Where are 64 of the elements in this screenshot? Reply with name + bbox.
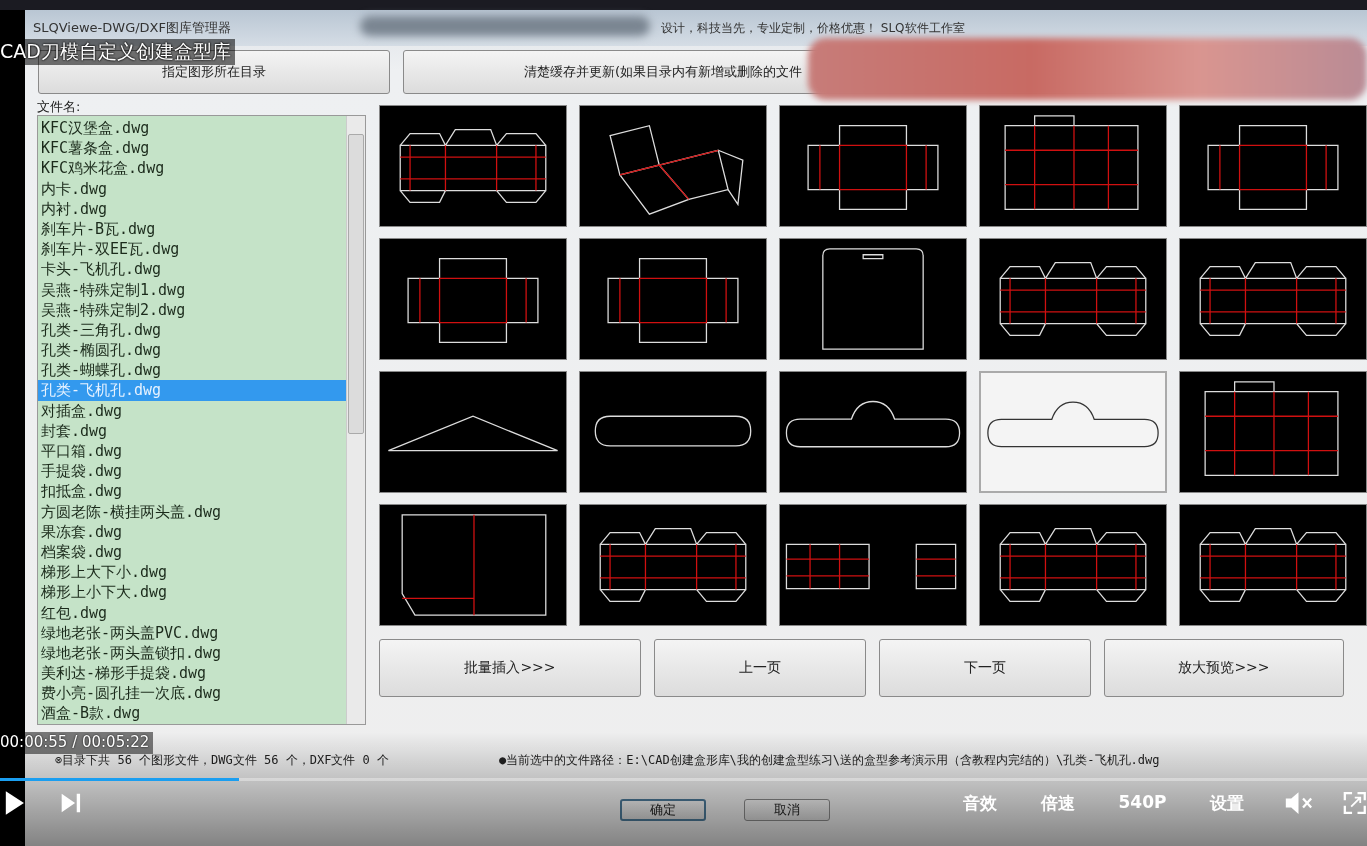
file-item[interactable]: 梯形上小下大.dwg (38, 582, 346, 603)
file-item[interactable]: 孔类-蝴蝶孔.dwg (38, 360, 346, 381)
thumbnail-tile[interactable] (379, 371, 567, 493)
scrollbar[interactable] (346, 116, 365, 724)
file-item[interactable]: 梯形上大下小.dwg (38, 562, 346, 583)
thumbnail-tile[interactable] (1179, 105, 1367, 227)
title-tagline: 设计，科技当先，专业定制，价格优惠！ SLQ软件工作室 (661, 19, 965, 37)
file-item[interactable]: 平口箱.dwg (38, 441, 346, 462)
thumbnail-tile[interactable] (779, 105, 967, 227)
file-item[interactable]: KFC汉堡盒.dwg (38, 118, 346, 139)
page-button[interactable]: 批量插入>>> (379, 639, 641, 697)
file-item[interactable]: 卡头-飞机孔.dwg (38, 259, 346, 280)
file-item[interactable]: 绿地老张-两头盖PVC.dwg (38, 622, 346, 643)
cancel-button[interactable]: 取消 (744, 799, 830, 821)
file-item[interactable]: 酒盒-B款.dwg (38, 703, 346, 724)
file-path-text: ●当前选中的文件路径：E:\CAD创建盒形库\我的创建盒型练习\送的盒型参考演示用（含教程内完结的）\孔类-飞机孔.dwg (499, 752, 1160, 769)
file-item[interactable]: 美利达-梯形手提袋.dwg (38, 663, 346, 684)
thumbnail-tile[interactable] (579, 238, 767, 360)
file-item[interactable]: 刹车片-双EE瓦.dwg (38, 239, 346, 260)
file-item[interactable]: 刹车片-B瓦.dwg (38, 218, 346, 240)
fullscreen-icon[interactable] (1343, 790, 1367, 816)
file-item[interactable]: 绿地老张-两头盖锁扣.dwg (38, 642, 346, 664)
file-item[interactable]: 手提袋.dwg (38, 461, 346, 482)
ok-button[interactable]: 确定 (620, 799, 706, 821)
file-item[interactable]: 内卡.dwg (38, 178, 346, 199)
file-item[interactable]: 封套.dwg (38, 420, 346, 441)
status-text: ⊗目录下共 56 个图形文件，DWG文件 56 个，DXF文件 0 个 (55, 752, 390, 769)
file-item[interactable]: 吴燕-特殊定制1.dwg (38, 279, 346, 300)
file-item[interactable]: 方圆老陈-横挂两头盖.dwg (38, 501, 346, 522)
file-item[interactable]: 孔类-椭圆孔.dwg (38, 340, 346, 361)
thumbnail-tile[interactable] (1179, 238, 1367, 360)
video-title: CAD刀模自定义创建盒型库 (0, 39, 235, 65)
file-item[interactable]: 内衬.dwg (38, 198, 346, 219)
thumbnail-tile[interactable] (379, 504, 567, 626)
thumbnail-tile[interactable] (579, 504, 767, 626)
file-item[interactable]: 吴燕-特殊定制2.dwg (38, 299, 346, 320)
thumbnail-tile[interactable] (779, 371, 967, 493)
file-item[interactable]: 费小亮-圆孔挂一次底.dwg (38, 683, 346, 704)
thumbnail-tile[interactable] (979, 504, 1167, 626)
file-item[interactable]: 档案袋.dwg (38, 541, 346, 563)
thumbnail-tile[interactable] (979, 238, 1167, 360)
thumbnail-tile[interactable] (579, 105, 767, 227)
thumbnail-tile[interactable] (379, 105, 567, 227)
file-item[interactable]: 扣抵盒.dwg (38, 481, 346, 502)
thumbnail-tile[interactable] (1179, 504, 1367, 626)
thumbnail-tile[interactable] (779, 238, 967, 360)
scroll-thumb[interactable] (348, 134, 364, 434)
file-item[interactable]: 孔类-三角孔.dwg (38, 319, 346, 341)
thumbnail-tile[interactable] (779, 504, 967, 626)
file-item[interactable]: 红包.dwg (38, 602, 346, 623)
page-button[interactable]: 放大预览>>> (1104, 639, 1344, 697)
file-item[interactable]: 对插盒.dwg (38, 400, 346, 421)
page-button[interactable]: 下一页 (879, 639, 1091, 697)
file-item[interactable]: 果冻套.dwg (38, 521, 346, 542)
file-item[interactable]: KFC薯条盒.dwg (38, 138, 346, 159)
file-item[interactable]: KFC鸡米花盒.dwg (38, 158, 346, 179)
thumbnail-tile[interactable] (1179, 371, 1367, 493)
thumbnail-tile[interactable] (979, 105, 1167, 227)
thumbnail-tile[interactable] (579, 371, 767, 493)
thumbnail-tile[interactable] (379, 238, 567, 360)
page-button[interactable]: 上一页 (654, 639, 866, 697)
window-title: SLQViewe-DWG/DXF图库管理器 (33, 19, 231, 37)
list-label: 文件名: (37, 98, 82, 115)
thumbnail-tile[interactable] (979, 371, 1167, 493)
